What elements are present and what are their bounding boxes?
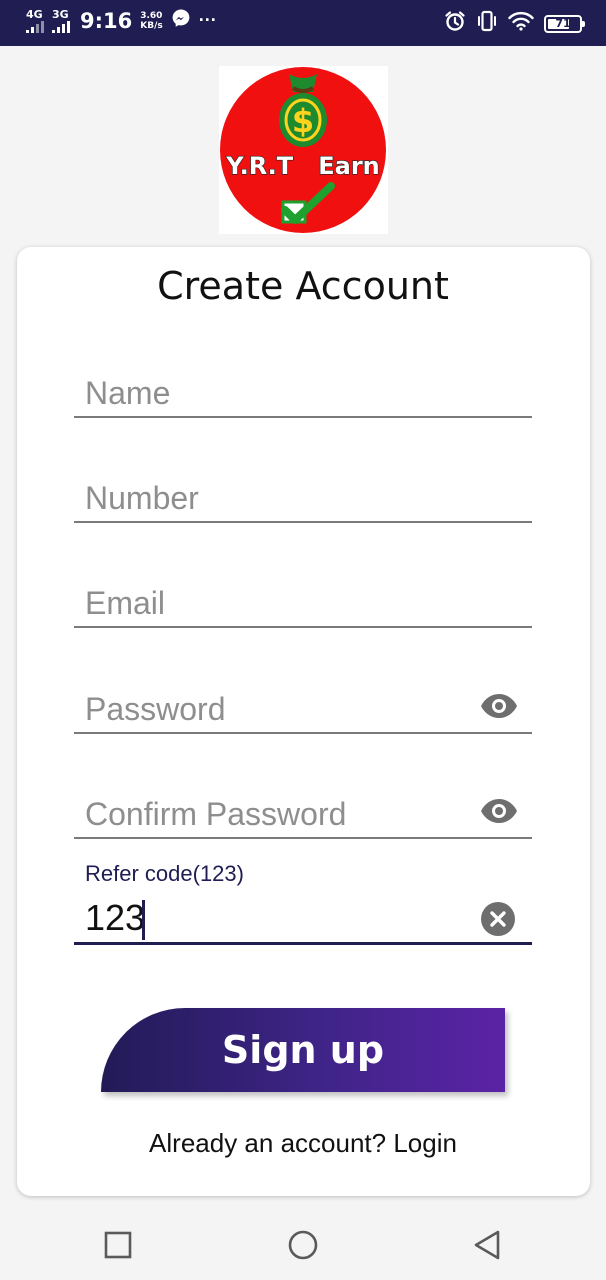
confirm-password-underline — [74, 837, 532, 839]
login-link[interactable]: Already an account? Login — [0, 1128, 606, 1159]
logo-text: Y.R.T Earn — [225, 152, 380, 180]
signal-3g-icon: 3G — [52, 9, 70, 33]
confirm-password-field[interactable]: Confirm Password — [74, 779, 532, 839]
wifi-icon — [508, 11, 534, 36]
password-underline — [74, 732, 532, 734]
battery-icon: 71 — [544, 14, 585, 33]
name-underline — [74, 416, 532, 418]
confirm-password-placeholder: Confirm Password — [85, 796, 347, 832]
refer-code-input[interactable]: 123 — [85, 897, 145, 939]
email-underline — [74, 626, 532, 628]
password-field[interactable]: Password — [74, 674, 532, 734]
network-type-3g: 3G — [52, 7, 69, 21]
logo-bag-symbol: $ — [292, 102, 314, 140]
refer-code-label: Refer code(123) — [85, 861, 244, 886]
confirm-password-visibility-eye-icon[interactable] — [480, 798, 518, 829]
page-title: Create Account — [157, 264, 449, 308]
refer-code-underline — [74, 942, 532, 945]
email-placeholder: Email — [85, 585, 166, 621]
number-field[interactable]: Number — [74, 463, 532, 523]
more-notifications: ··· — [198, 10, 217, 30]
text-cursor — [142, 900, 145, 940]
alarm-icon — [444, 10, 466, 37]
password-placeholder: Password — [85, 691, 226, 727]
system-nav-bar — [0, 1210, 606, 1280]
network-speed-unit: KB/s — [140, 20, 163, 31]
signup-button[interactable]: Sign up — [101, 1008, 505, 1092]
password-visibility-eye-icon[interactable] — [480, 693, 518, 724]
number-underline — [74, 521, 532, 523]
status-bar: 4G 3G 9:16 3.60 KB/s ··· 71 — [0, 0, 606, 46]
network-speed-value: 3.60 — [140, 10, 163, 21]
vibrate-icon — [476, 10, 498, 37]
network-type-4g: 4G — [26, 7, 43, 21]
network-speed: 3.60 KB/s — [140, 11, 162, 31]
clear-text-icon[interactable] — [481, 902, 515, 936]
number-placeholder: Number — [85, 480, 199, 516]
clock-time: 9:16 — [80, 8, 133, 33]
recents-square-icon[interactable] — [101, 1228, 135, 1262]
name-placeholder: Name — [85, 375, 171, 411]
app-logo: $ Y.R.T Earn — [219, 66, 388, 234]
home-circle-icon[interactable] — [286, 1228, 320, 1262]
messenger-icon — [171, 8, 191, 33]
email-field[interactable]: Email — [74, 568, 532, 628]
name-field[interactable]: Name — [74, 358, 532, 418]
back-triangle-icon[interactable] — [470, 1228, 504, 1262]
battery-level: 71 — [555, 17, 571, 30]
signal-4g-icon: 4G — [26, 9, 44, 33]
